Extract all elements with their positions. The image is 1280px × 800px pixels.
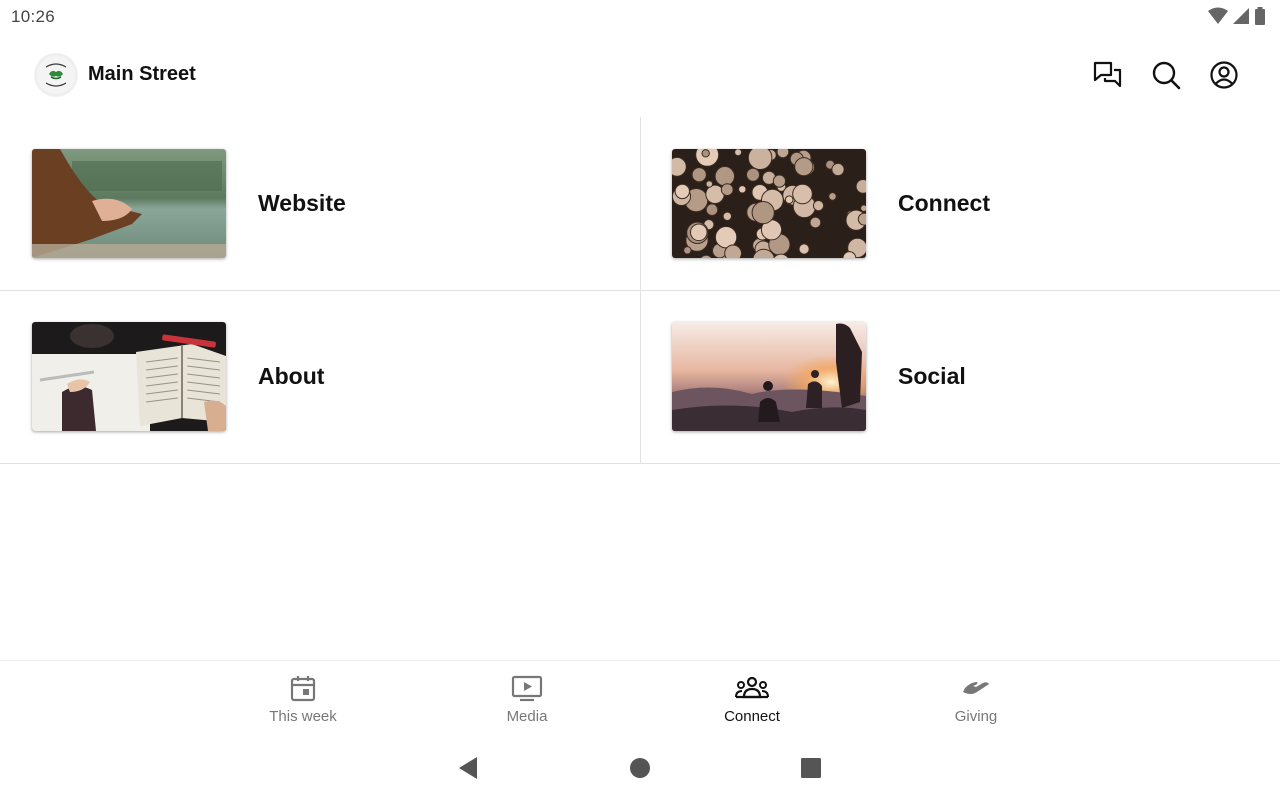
sunset-hikers-photo xyxy=(672,322,866,431)
logo-icon xyxy=(37,56,75,94)
row-divider xyxy=(0,290,1280,291)
nav-this-week[interactable]: This week xyxy=(243,673,363,725)
tile-social[interactable]: Social xyxy=(640,290,1280,463)
nav-media[interactable]: Media xyxy=(467,673,587,725)
recents-icon[interactable] xyxy=(800,757,822,779)
nav-label: This week xyxy=(269,708,337,725)
signal-icon xyxy=(1233,8,1249,24)
chat-icon xyxy=(1093,61,1122,88)
nav-label: Media xyxy=(506,708,548,725)
status-bar: 10:26 xyxy=(0,0,1280,34)
nav-label: Giving xyxy=(954,708,998,725)
tile-label: Connect xyxy=(898,190,990,216)
nav-connect[interactable]: Connect xyxy=(692,673,812,725)
account-icon xyxy=(1210,61,1238,89)
calendar-icon xyxy=(290,676,316,702)
search-icon xyxy=(1152,61,1181,90)
back-icon[interactable] xyxy=(457,755,479,781)
church-logo[interactable] xyxy=(34,53,78,97)
search-button[interactable] xyxy=(1150,59,1182,91)
app-title: Main Street xyxy=(88,63,196,85)
tile-website[interactable]: Website xyxy=(0,117,640,290)
row-divider xyxy=(0,463,1280,464)
nav-label: Connect xyxy=(724,708,780,725)
tile-connect[interactable]: Connect xyxy=(640,117,1280,290)
status-icons xyxy=(1208,7,1266,25)
bible-and-journal-photo xyxy=(32,322,226,431)
tile-label: Social xyxy=(898,363,966,389)
status-time: 10:26 xyxy=(11,7,56,26)
home-icon[interactable] xyxy=(629,757,651,779)
tile-about[interactable]: About xyxy=(0,290,640,463)
system-navigation-bar xyxy=(0,746,1280,790)
app-bar: Main Street xyxy=(0,44,1280,106)
tile-label: Website xyxy=(258,190,346,216)
play-screen-icon xyxy=(511,675,543,702)
app-actions xyxy=(1092,59,1240,91)
nav-giving[interactable]: Giving xyxy=(916,673,1036,725)
group-icon xyxy=(735,676,769,699)
wifi-icon xyxy=(1208,7,1228,24)
messages-button[interactable] xyxy=(1092,59,1124,91)
bottom-navigation: This week Media Connect Giving xyxy=(0,660,1280,740)
hands-by-lake-photo xyxy=(32,149,226,258)
battery-icon xyxy=(1255,7,1265,25)
connect-grid: Website Connect About Social xyxy=(0,117,1280,464)
giving-hand-icon xyxy=(963,682,989,694)
stacked-logs-photo xyxy=(672,149,866,258)
tile-label: About xyxy=(258,363,325,389)
account-button[interactable] xyxy=(1208,59,1240,91)
